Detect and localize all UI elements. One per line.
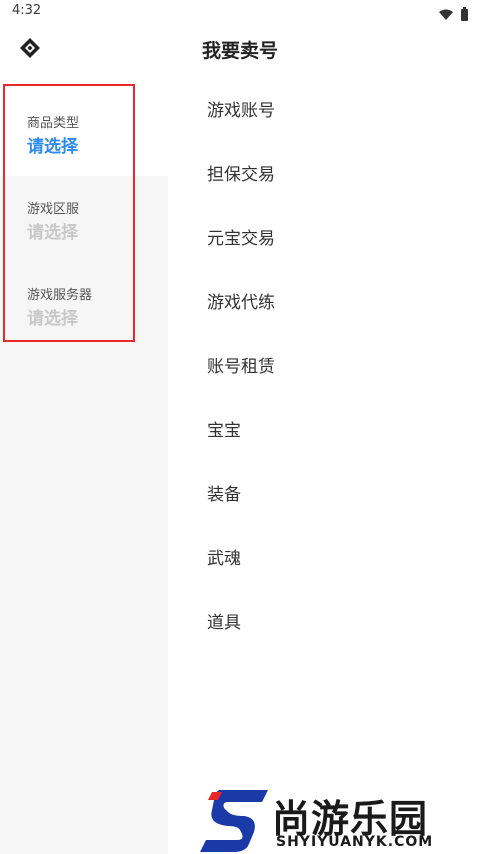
filter-value: 请选择: [27, 137, 78, 157]
filter-label: 游戏服务器: [27, 288, 93, 303]
category-item[interactable]: 游戏账号: [168, 76, 480, 140]
category-item[interactable]: 元宝交易: [168, 204, 480, 268]
filter-label: 游戏区服: [27, 202, 80, 217]
status-time: 4:32: [12, 3, 42, 18]
category-item[interactable]: 游戏代练: [168, 268, 480, 332]
filter-value: 请选择: [27, 223, 78, 243]
category-item[interactable]: 账号租赁: [168, 332, 480, 396]
category-item[interactable]: 武魂: [168, 524, 480, 588]
status-bar: 4:32: [0, 0, 480, 24]
category-item[interactable]: 宝宝: [168, 396, 480, 460]
filter-value: 请选择: [27, 309, 78, 329]
filter-panel: 商品类型 请选择 游戏区服 请选择 游戏服务器 请选择: [0, 90, 168, 854]
wifi-icon: [439, 5, 453, 24]
filter-item-product-type[interactable]: 商品类型 请选择: [0, 90, 168, 176]
filter-item-game-region[interactable]: 游戏区服 请选择: [0, 176, 168, 262]
screen: 4:32 我要卖号 商品类型 请选择 游戏区服 请选择 游戏服务器 请选择 游戏…: [0, 0, 480, 854]
category-item[interactable]: 装备: [168, 460, 480, 524]
category-item[interactable]: 道具: [168, 588, 480, 652]
battery-icon: [461, 6, 468, 21]
watermark-logo-icon: [198, 786, 270, 854]
category-item[interactable]: 担保交易: [168, 140, 480, 204]
status-icons: [439, 5, 468, 24]
filter-label: 商品类型: [27, 116, 80, 131]
header: 我要卖号: [0, 24, 480, 76]
filter-item-game-server[interactable]: 游戏服务器 请选择: [0, 262, 168, 348]
watermark-url: SHYIYUANYK.COM: [276, 834, 434, 850]
watermark: 尚游乐园 SHYIYUANYK.COM: [198, 786, 480, 854]
page-title: 我要卖号: [201, 40, 278, 62]
